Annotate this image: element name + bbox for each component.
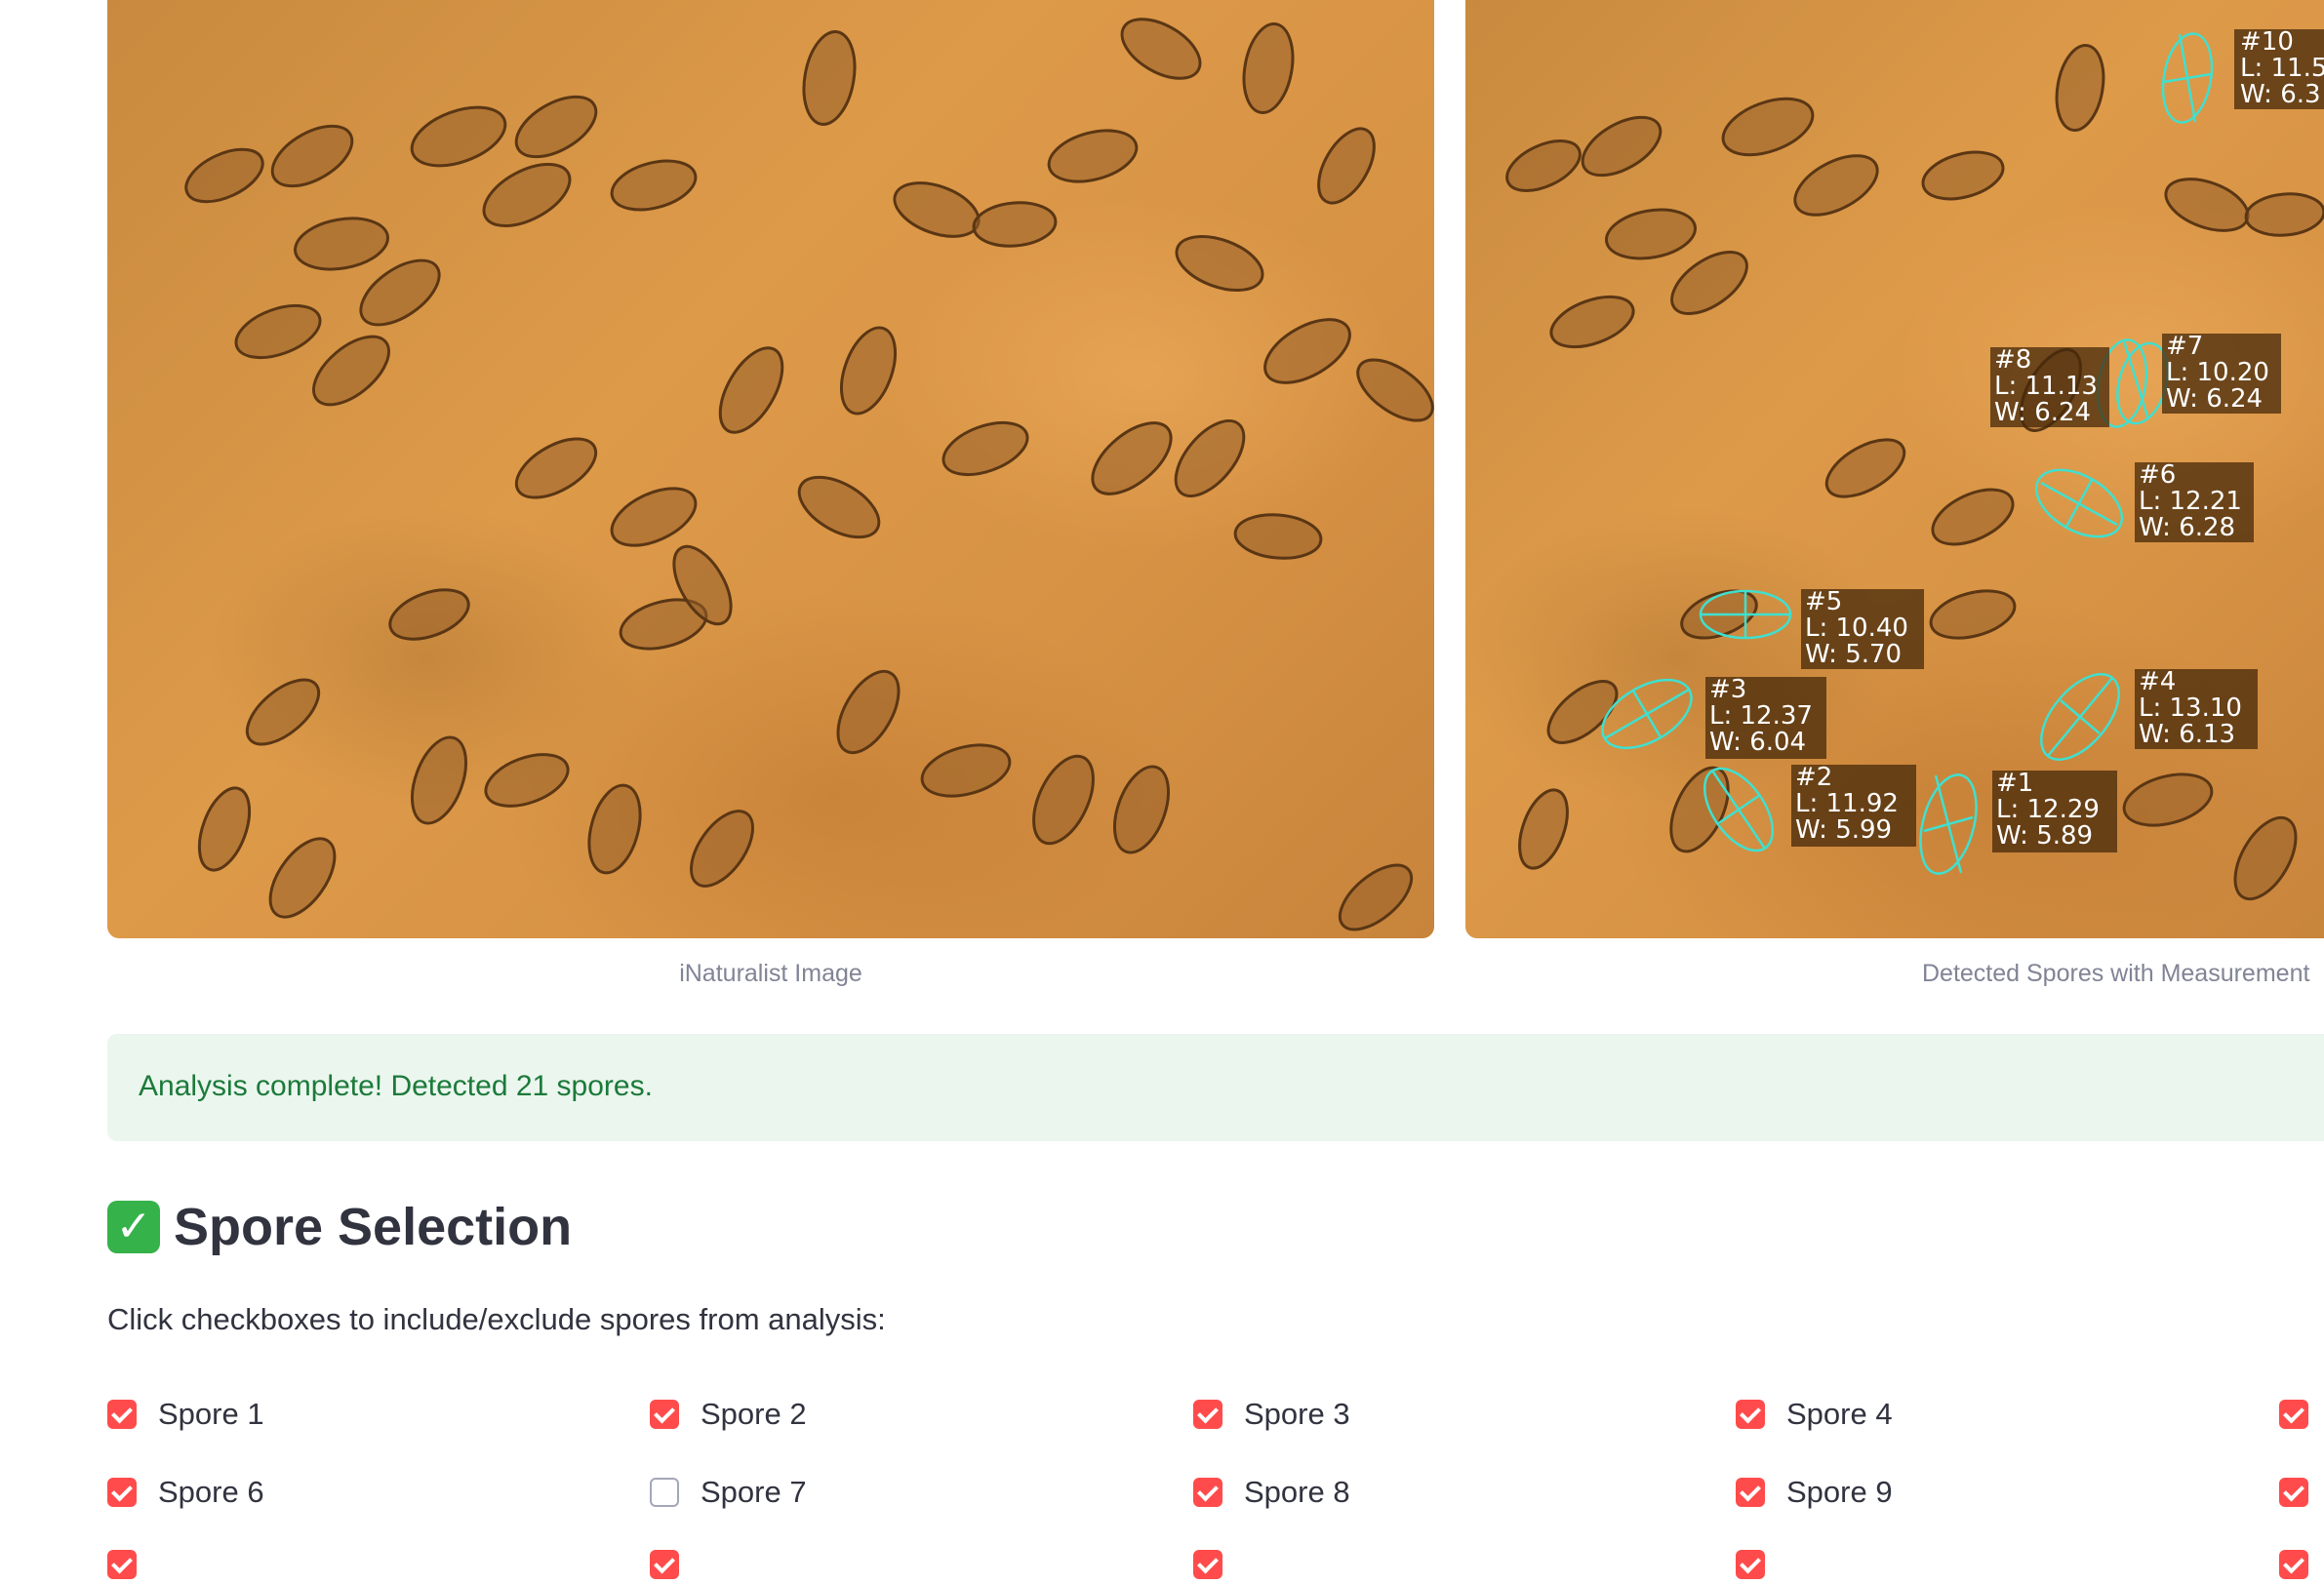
annotation-length: L: 11.13 — [1994, 372, 2098, 401]
success-alert: Analysis complete! Detected 21 spores. — [107, 1034, 2324, 1141]
annotation-length: L: 12.21 — [2139, 487, 2242, 516]
section-title: Spore Selection — [174, 1198, 573, 1256]
spore-checkbox-10[interactable] — [2279, 1473, 2324, 1512]
checkbox-label: Spore 6 — [158, 1475, 264, 1509]
annotation-width: W: 6.13 — [2139, 720, 2236, 749]
spore-checkbox-row3[interactable] — [650, 1545, 679, 1584]
checkbox-label: Spore 3 — [1244, 1397, 1350, 1431]
instructions-text: Click checkboxes to include/exclude spor… — [107, 1302, 886, 1336]
inaturalist-image — [107, 0, 1434, 938]
image-caption-right: Detected Spores with Measurement — [1922, 960, 2310, 987]
checkbox-label: Spore 1 — [158, 1397, 264, 1431]
annotation-width: W: 5.89 — [1996, 821, 2094, 851]
spore-annotation: #3 L: 12.37 W: 6.04 — [1705, 677, 1826, 759]
spore-annotation: #2 L: 11.92 W: 5.99 — [1791, 765, 1916, 847]
annotation-length: L: 12.37 — [1709, 701, 1813, 731]
spore-checkbox-6[interactable]: Spore 6 — [107, 1473, 264, 1512]
checkbox-label: Spore 9 — [1786, 1475, 1893, 1509]
annotation-length: L: 11.5 — [2240, 54, 2324, 83]
success-message: Analysis complete! Detected 21 spores. — [139, 1070, 653, 1102]
spore-annotation: #10 L: 11.5 W: 6.3 — [2234, 29, 2324, 109]
annotation-id: #5 — [1805, 587, 1843, 616]
spore-checkbox-7[interactable]: Spore 7 — [650, 1473, 807, 1512]
annotation-length: L: 11.92 — [1795, 789, 1899, 818]
spore-annotation: #7 L: 10.20 W: 6.24 — [2162, 334, 2281, 414]
annotation-id: #10 — [2240, 29, 2294, 57]
annotation-width: W: 6.24 — [2166, 384, 2264, 414]
checkbox-checked-icon[interactable] — [1193, 1550, 1222, 1579]
annotation-id: #1 — [1996, 769, 2034, 798]
spore-checkbox-5[interactable] — [2279, 1395, 2324, 1434]
spore-checkbox-9[interactable]: Spore 9 — [1736, 1473, 1893, 1512]
annotation-id: #6 — [2139, 460, 2177, 490]
spore-annotation: #6 L: 12.21 W: 6.28 — [2135, 462, 2254, 542]
annotation-length: L: 10.40 — [1805, 614, 1908, 643]
spore-checkbox-row3[interactable] — [1736, 1545, 1765, 1584]
spore-checkbox-row3[interactable] — [2279, 1545, 2308, 1584]
spore-checkbox-2[interactable]: Spore 2 — [650, 1395, 807, 1434]
annotation-id: #3 — [1709, 675, 1747, 704]
checkbox-checked-icon[interactable] — [1736, 1400, 1765, 1429]
annotation-length: L: 12.29 — [1996, 795, 2100, 824]
annotation-length: L: 10.20 — [2166, 358, 2269, 387]
annotation-width: W: 6.24 — [1994, 398, 2092, 427]
annotation-width: W: 6.3 — [2240, 80, 2321, 109]
checkbox-checked-icon[interactable] — [2279, 1478, 2308, 1507]
spore-annotation: #8 L: 11.13 W: 6.24 — [1990, 347, 2109, 427]
annotation-width: W: 6.04 — [1709, 728, 1807, 757]
checkbox-checked-icon[interactable] — [107, 1400, 137, 1429]
section-heading: ✓ Spore Selection — [107, 1198, 572, 1256]
annotation-id: #2 — [1795, 763, 1833, 792]
checkbox-label: Spore 7 — [701, 1475, 807, 1509]
checkbox-checked-icon[interactable] — [650, 1550, 679, 1579]
checkbox-checked-icon[interactable] — [1193, 1478, 1222, 1507]
annotation-id: #4 — [2139, 667, 2177, 696]
image-caption-left: iNaturalist Image — [679, 960, 862, 987]
spore-checkbox-3[interactable]: Spore 3 — [1193, 1395, 1350, 1434]
annotation-width: W: 6.28 — [2139, 513, 2236, 542]
checkbox-checked-icon[interactable] — [650, 1400, 679, 1429]
spore-checkbox-row3[interactable] — [107, 1545, 137, 1584]
spore-checkbox-1[interactable]: Spore 1 — [107, 1395, 264, 1434]
annotation-length: L: 13.10 — [2139, 693, 2242, 723]
check-mark-emoji-icon: ✓ — [107, 1201, 160, 1253]
spore-annotation: #5 L: 10.40 W: 5.70 — [1801, 589, 1924, 669]
spore-annotation: #1 L: 12.29 W: 5.89 — [1992, 771, 2117, 852]
checkbox-checked-icon[interactable] — [1193, 1400, 1222, 1429]
checkbox-label: Spore 4 — [1786, 1397, 1893, 1431]
checkbox-checked-icon[interactable] — [107, 1478, 137, 1507]
annotation-width: W: 5.70 — [1805, 640, 1903, 669]
checkbox-checked-icon[interactable] — [2279, 1550, 2308, 1579]
spore-checkbox-8[interactable]: Spore 8 — [1193, 1473, 1350, 1512]
checkbox-checked-icon[interactable] — [1736, 1478, 1765, 1507]
checkbox-unchecked-icon[interactable] — [650, 1478, 679, 1507]
spore-annotation: #4 L: 13.10 W: 6.13 — [2135, 669, 2258, 749]
checkbox-checked-icon[interactable] — [107, 1550, 137, 1579]
checkbox-label: Spore 2 — [701, 1397, 807, 1431]
spore-checkbox-4[interactable]: Spore 4 — [1736, 1395, 1893, 1434]
annotation-id: #8 — [1994, 345, 2032, 375]
checkbox-label: Spore 8 — [1244, 1475, 1350, 1509]
annotation-width: W: 5.99 — [1795, 815, 1893, 845]
checkbox-checked-icon[interactable] — [1736, 1550, 1765, 1579]
annotation-id: #7 — [2166, 332, 2204, 361]
checkbox-checked-icon[interactable] — [2279, 1400, 2308, 1429]
spore-checkbox-row3[interactable] — [1193, 1545, 1222, 1584]
detected-spores-image: #10 L: 11.5 W: 6.3 #8 L: 11.13 W: 6.24 #… — [1465, 0, 2324, 938]
